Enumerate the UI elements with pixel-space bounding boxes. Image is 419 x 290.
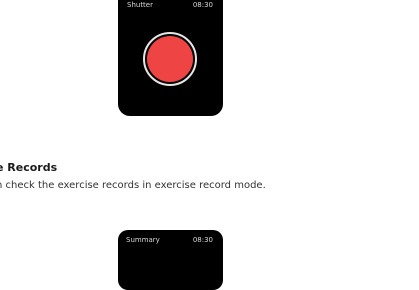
exercise-records-heading: e Records xyxy=(0,161,58,174)
record-button[interactable] xyxy=(143,32,197,86)
shutter-title: Shutter xyxy=(127,1,153,9)
record-icon xyxy=(147,36,193,82)
summary-watch-screen: Summary 08:30 xyxy=(118,230,223,290)
shutter-time: 08:30 xyxy=(192,1,213,9)
summary-time: 08:30 xyxy=(192,236,213,244)
summary-title: Summary xyxy=(126,236,160,244)
shutter-watch-screen: Shutter 08:30 xyxy=(118,0,223,116)
exercise-records-description: n check the exercise records in exercise… xyxy=(0,180,266,191)
